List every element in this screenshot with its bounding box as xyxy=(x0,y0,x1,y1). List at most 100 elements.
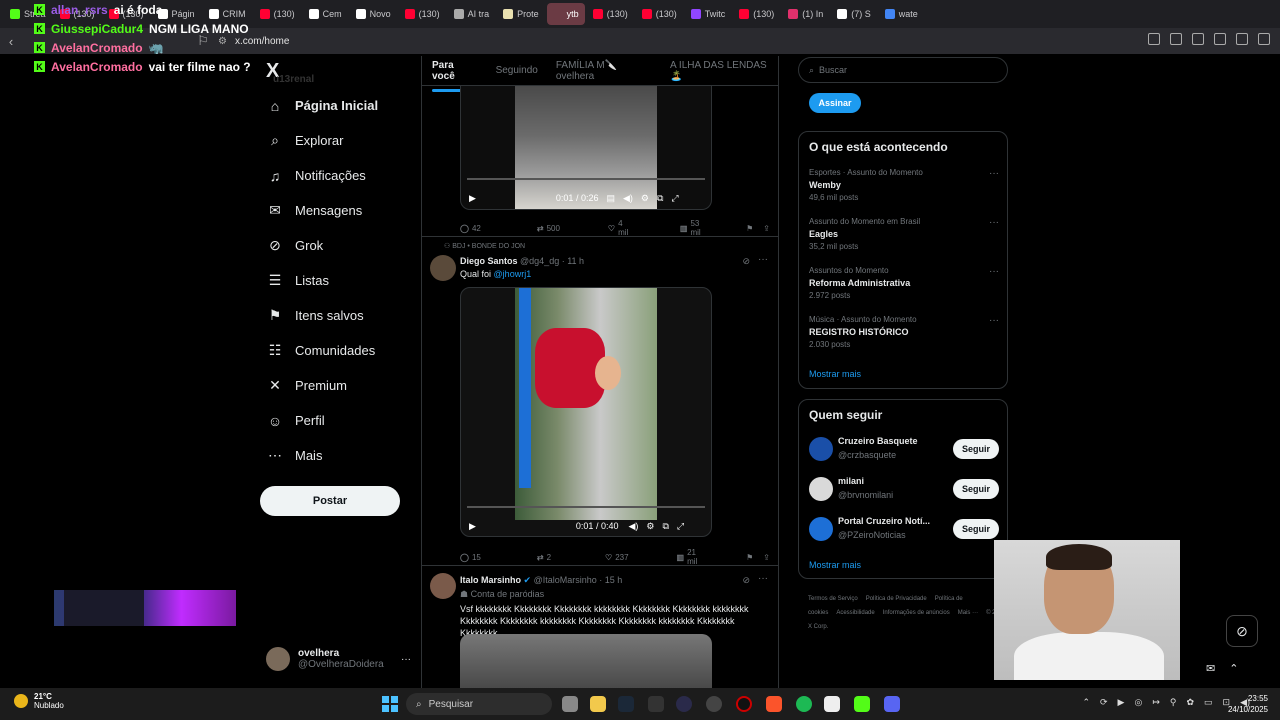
video-progress[interactable] xyxy=(467,506,705,508)
browser-tab[interactable]: Prote xyxy=(497,3,545,25)
more-icon[interactable]: ··· xyxy=(989,168,999,179)
repost-button[interactable]: ⇄ 500 xyxy=(537,224,560,233)
avatar[interactable] xyxy=(430,573,456,599)
browser-tab[interactable]: wate xyxy=(879,3,924,25)
extension-icon[interactable] xyxy=(1192,33,1204,45)
trend-item[interactable]: Assuntos do Momento Reforma Administrativ… xyxy=(809,266,999,300)
wifi-icon[interactable]: ▭ xyxy=(1204,697,1213,708)
tray-icon[interactable]: ▶ xyxy=(1118,697,1125,708)
nav-item-search[interactable]: ⌕ Explorar xyxy=(268,132,343,148)
post-button[interactable]: Postar xyxy=(260,486,400,516)
bookmark-icon[interactable]: ⚑ xyxy=(746,224,753,233)
document-icon[interactable] xyxy=(824,696,840,712)
video-player[interactable]: ▶ 0:01 / 0:26 ▤ ◀) ⚙ ⧉ ⤢ xyxy=(460,86,712,210)
nav-item-bookmark[interactable]: ⚑ Itens salvos xyxy=(268,307,364,323)
chevron-up-icon[interactable]: ⌃ xyxy=(1229,662,1238,675)
grok-icon[interactable]: ⊘ xyxy=(742,256,750,267)
fullscreen-icon[interactable]: ⤢ xyxy=(671,193,678,204)
opera-icon[interactable] xyxy=(736,696,752,712)
more-icon[interactable]: ··· xyxy=(989,315,999,326)
show-more-link[interactable]: Mostrar mais xyxy=(809,369,861,379)
trend-item[interactable]: Assunto do Momento em Brasil Eagles 35,2 m… xyxy=(809,217,999,251)
like-button[interactable]: ♡ 237 xyxy=(605,553,629,562)
account-switcher[interactable]: ovelhera @OvelheraDoidera ··· xyxy=(266,647,411,671)
footer-link[interactable]: Acessibilidade xyxy=(836,610,874,616)
author-name[interactable]: Italo Marsinho xyxy=(460,575,521,585)
reply-button[interactable]: ◯ 42 xyxy=(460,224,481,233)
volume-icon[interactable]: ◀) xyxy=(628,521,638,532)
like-button[interactable]: ♡ 4 mil xyxy=(608,219,632,237)
tweet-image[interactable] xyxy=(460,634,712,688)
weather-widget[interactable]: 21°C Nublado xyxy=(14,692,64,710)
trend-item[interactable]: Música · Assunto do Momento REGISTRO HIST… xyxy=(809,315,999,349)
views-button[interactable]: ▥ 21 mil xyxy=(677,548,709,566)
video-player[interactable]: ▶ 0:01 / 0:40 ◀) ⚙ ⧉ ⤢ xyxy=(460,287,712,537)
reply-button[interactable]: ◯ 15 xyxy=(460,553,481,562)
more-icon[interactable]: ··· xyxy=(989,266,999,277)
app-icon[interactable] xyxy=(648,696,664,712)
grok-icon[interactable]: ⊘ xyxy=(742,575,750,586)
browser-tab[interactable]: (130) xyxy=(636,3,683,25)
browser-tab[interactable]: (1) In xyxy=(782,3,829,25)
nav-item-list[interactable]: ☰ Listas xyxy=(268,272,329,288)
nav-item-home[interactable]: ⌂ Página Inicial xyxy=(268,98,378,114)
more-icon[interactable]: ··· xyxy=(758,573,768,584)
discord-icon[interactable] xyxy=(884,696,900,712)
spotify-icon[interactable] xyxy=(796,696,812,712)
browser-tab[interactable]: ytb xyxy=(546,3,585,25)
footer-link[interactable]: Termos de Serviço xyxy=(808,596,858,602)
more-icon[interactable]: ··· xyxy=(401,654,411,665)
feed-tab[interactable]: A ILHA DAS LENDAS 🏝️ xyxy=(670,60,778,82)
nav-item-premium-x[interactable]: ✕ Premium xyxy=(268,377,347,393)
tray-icon[interactable]: ✿ xyxy=(1186,697,1194,708)
subscribe-button[interactable]: Assinar xyxy=(809,93,861,113)
avatar[interactable] xyxy=(809,517,833,541)
nav-item-profile[interactable]: ☺ Perfil xyxy=(268,413,325,429)
footer-link[interactable]: Informações de anúncios xyxy=(883,610,950,616)
trend-item[interactable]: Esportes · Assunto do Momento Wemby 49,6 m… xyxy=(809,168,999,202)
author-name[interactable]: Diego Santos xyxy=(460,256,518,266)
nav-item-bell[interactable]: ♫ Notificações xyxy=(268,168,366,184)
start-button[interactable] xyxy=(382,696,398,712)
kick-icon[interactable] xyxy=(854,696,870,712)
search-input[interactable]: ⌕ Buscar xyxy=(798,57,1008,83)
nav-item-mail[interactable]: ✉ Mensagens xyxy=(268,202,362,218)
play-icon[interactable]: ▶ xyxy=(469,521,476,532)
chevron-up-icon[interactable]: ⌃ xyxy=(1082,697,1090,708)
tray-icon[interactable]: ↦ xyxy=(1152,697,1160,708)
steam-icon[interactable] xyxy=(618,696,634,712)
play-icon[interactable]: ▶ xyxy=(469,193,476,204)
nav-item-grok[interactable]: ⊘ Grok xyxy=(268,237,323,253)
tray-icon[interactable]: ◎ xyxy=(1134,697,1142,708)
captions-icon[interactable]: ▤ xyxy=(606,193,615,204)
messages-drawer[interactable]: ✉ ⌃ xyxy=(1206,662,1238,675)
feed-tab[interactable]: Para você xyxy=(432,60,478,92)
bookmark-icon[interactable]: ⚑ xyxy=(746,553,753,562)
follow-suggestion[interactable]: Cruzeiro Basquete @crzbasquete Seguir xyxy=(809,434,999,464)
repost-button[interactable]: ⇄ 2 xyxy=(537,553,551,562)
share-icon[interactable]: ⇪ xyxy=(763,224,770,233)
file-explorer-icon[interactable] xyxy=(590,696,606,712)
volume-icon[interactable]: ◀) xyxy=(623,193,633,204)
tray-icon[interactable]: ⟳ xyxy=(1100,697,1108,708)
follow-button[interactable]: Seguir xyxy=(953,479,999,499)
fullscreen-icon[interactable]: ⤢ xyxy=(677,521,684,532)
browser-tab[interactable]: (130) xyxy=(254,3,301,25)
feed-tab[interactable]: FAMÍLIA M🔪ovelhera xyxy=(556,60,652,82)
clock[interactable]: 23:55 24/10/2025 xyxy=(1228,693,1268,715)
tray-icon[interactable]: ⚲ xyxy=(1170,697,1177,708)
browser-tab[interactable]: Novo xyxy=(350,3,397,25)
footer-link[interactable]: Mais ··· xyxy=(958,610,978,616)
follow-button[interactable]: Seguir xyxy=(953,519,999,539)
app-icon[interactable] xyxy=(706,696,722,712)
extension-icon[interactable] xyxy=(1236,33,1248,45)
mail-icon[interactable]: ✉ xyxy=(1206,662,1215,675)
more-icon[interactable]: ··· xyxy=(758,254,768,265)
extension-icon[interactable] xyxy=(1148,33,1160,45)
browser-tab[interactable]: (130) xyxy=(587,3,634,25)
show-more-link[interactable]: Mostrar mais xyxy=(809,560,861,570)
follow-suggestion[interactable]: Portal Cruzeiro Notí... @PZeiroNoticias Se… xyxy=(809,514,999,544)
settings-icon[interactable]: ⚙ xyxy=(646,521,654,532)
views-button[interactable]: ▥ 53 mil xyxy=(680,219,708,237)
taskbar-search[interactable]: ⌕ Pesquisar xyxy=(406,693,552,715)
